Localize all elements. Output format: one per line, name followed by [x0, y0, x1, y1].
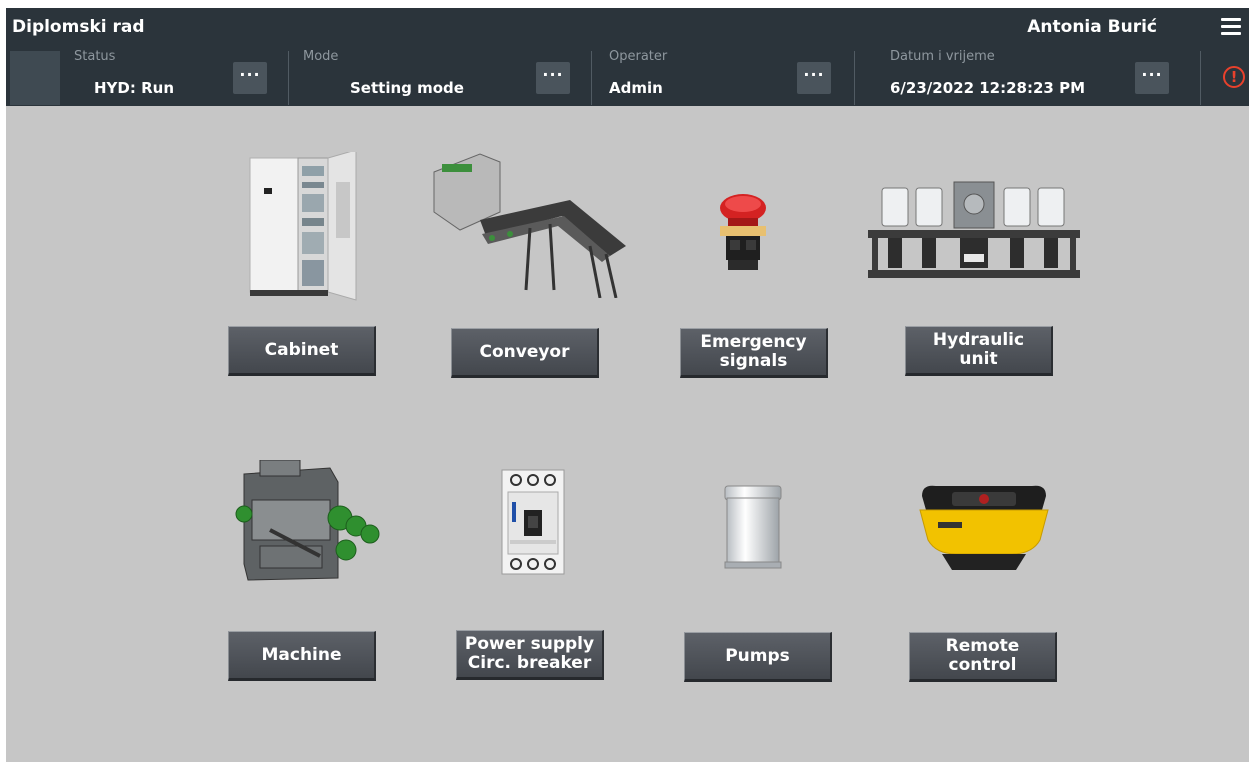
mode-field: Mode Setting mode ··· — [289, 48, 589, 106]
datetime-field: Datum i vrijeme 6/23/2022 12:28:23 PM ··… — [855, 48, 1200, 106]
alarm-icon[interactable]: ! — [1223, 66, 1245, 88]
hamburger-menu-icon[interactable] — [1221, 17, 1241, 37]
status-caption: Status — [74, 49, 116, 64]
emergency-signals-button[interactable]: Emergency signals — [680, 328, 828, 378]
operator-field: Operater Admin ··· — [592, 48, 852, 106]
operator-caption: Operater — [609, 49, 668, 64]
cabinet-button[interactable]: Cabinet — [228, 326, 376, 376]
status-field: Status HYD: Run ··· — [6, 48, 286, 106]
remote-control-icon[interactable] — [912, 482, 1056, 574]
operator-value: Admin — [609, 79, 663, 97]
power-supply-button[interactable]: Power supply Circ. breaker — [456, 630, 604, 680]
divider — [1200, 51, 1201, 105]
hydraulic-unit-icon[interactable] — [868, 178, 1080, 284]
datetime-more-button[interactable]: ··· — [1135, 62, 1169, 94]
machine-button[interactable]: Machine — [228, 631, 376, 681]
conveyor-icon[interactable] — [430, 150, 630, 298]
emergency-stop-button-icon[interactable] — [716, 192, 770, 274]
circuit-breaker-icon[interactable] — [500, 468, 566, 576]
pump-icon[interactable] — [721, 482, 785, 572]
hmi-screen: Diplomski rad Antonia Burić Status HYD: … — [6, 8, 1249, 762]
remote-control-button[interactable]: Remote control — [909, 632, 1057, 682]
status-more-button[interactable]: ··· — [233, 62, 267, 94]
app-title: Diplomski rad — [12, 17, 145, 37]
machine-icon[interactable] — [230, 460, 386, 584]
hydraulic-unit-button[interactable]: Hydraulic unit — [905, 326, 1053, 376]
mode-value: Setting mode — [350, 79, 464, 97]
pumps-button[interactable]: Pumps — [684, 632, 832, 682]
user-name: Antonia Burić — [1027, 17, 1157, 37]
status-bar: Status HYD: Run ··· Mode Setting mode ··… — [6, 48, 1249, 106]
datetime-value: 6/23/2022 12:28:23 PM — [890, 79, 1085, 97]
electrical-cabinet-icon[interactable] — [244, 152, 364, 302]
conveyor-button[interactable]: Conveyor — [451, 328, 599, 378]
mode-more-button[interactable]: ··· — [536, 62, 570, 94]
operator-more-button[interactable]: ··· — [797, 62, 831, 94]
datetime-caption: Datum i vrijeme — [890, 49, 995, 64]
title-bar: Diplomski rad Antonia Burić — [6, 8, 1249, 48]
mode-caption: Mode — [303, 49, 339, 64]
status-value: HYD: Run — [94, 79, 174, 97]
